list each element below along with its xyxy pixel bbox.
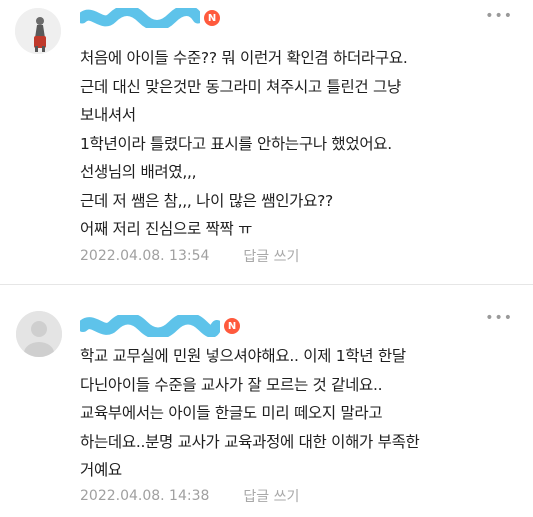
comment-text: 처음에 아이들 수준?? 뭐 이런거 확인겸 하더라구요. 근데 대신 맞은것만… [80, 44, 520, 244]
comment-line: 선생님의 배려였,,, [80, 163, 197, 181]
avatar[interactable] [15, 8, 61, 54]
comment-meta: 2022.04.08. 13:54 답글 쓰기 [80, 246, 299, 266]
more-options-icon[interactable]: ••• [485, 310, 513, 326]
comment-line: 다닌아이들 수준을 교사가 잘 모르는 것 같네요.. [80, 375, 383, 394]
avatar[interactable] [16, 311, 62, 357]
comment-line: 1학년이라 틀렸다고 표시를 안하는구나 했었어요. [80, 134, 392, 153]
nickname[interactable]: N [80, 315, 240, 337]
comment-meta: 2022.04.08. 14:38 답글 쓰기 [80, 486, 299, 506]
comment-line: 어째 저리 진심으로 짝짝 ㅠ [80, 220, 253, 238]
profile-photo-icon [15, 8, 61, 54]
blurred-nickname-icon [80, 8, 200, 28]
nickname[interactable]: N [80, 8, 220, 28]
new-badge: N [204, 10, 220, 26]
blurred-nickname-icon [80, 315, 220, 337]
default-profile-icon [16, 311, 62, 357]
comment-text: 학교 교무실에 민원 넣으셔야해요.. 이제 1학년 한달 다닌아이들 수준을 … [80, 342, 520, 485]
comment-item: N ••• 처음에 아이들 수준?? 뭐 이런거 확인겸 하더라구요. 근데 대… [0, 0, 533, 282]
timestamp: 2022.04.08. 14:38 [80, 488, 210, 504]
comment-line: 하는데요..분명 교사가 교육과정에 대한 이해가 부족한 [80, 432, 420, 451]
reply-button[interactable]: 답글 쓰기 [243, 486, 299, 506]
comment-line: 거예요 [80, 461, 122, 479]
comment-line: 교육부에서는 아이들 한글도 미리 떼오지 말라고 [80, 404, 383, 422]
comment-line: 학교 교무실에 민원 넣으셔야해요.. 이제 1학년 한달 [80, 347, 406, 365]
comment-line: 보내셔서 [80, 106, 136, 124]
comment-line: 근데 저 쌤은 참,,, 나이 많은 쌤인가요?? [80, 191, 333, 210]
comment-line: 처음에 아이들 수준?? 뭐 이런거 확인겸 하더라구요. [80, 49, 408, 67]
divider [0, 284, 533, 285]
reply-button[interactable]: 답글 쓰기 [243, 246, 299, 266]
timestamp: 2022.04.08. 13:54 [80, 248, 210, 264]
more-options-icon[interactable]: ••• [485, 8, 513, 24]
comment-line: 근데 대신 맞은것만 동그라미 쳐주시고 틀린건 그냥 [80, 77, 401, 96]
new-badge: N [224, 318, 240, 334]
